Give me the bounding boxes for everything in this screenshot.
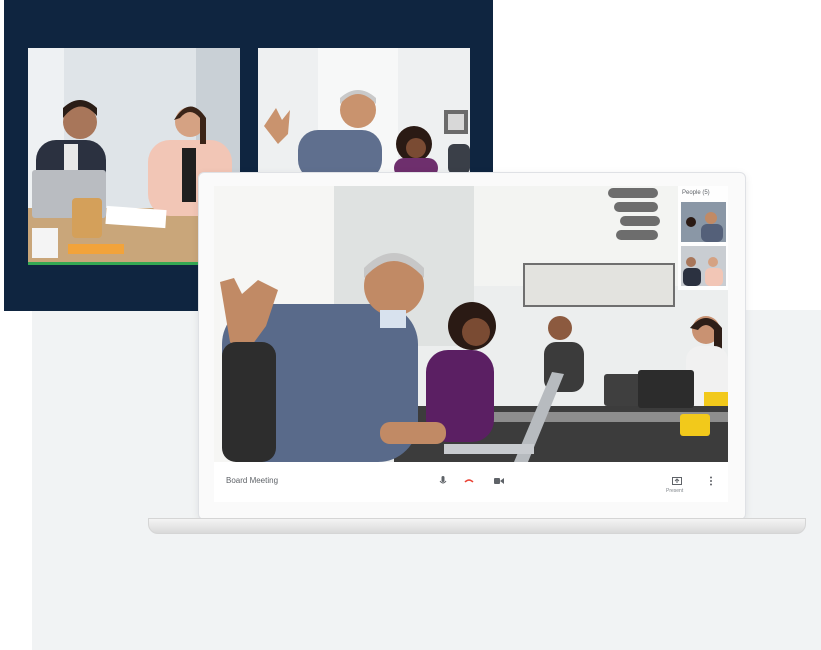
participant-video bbox=[258, 48, 470, 172]
thumbnail-video bbox=[681, 246, 726, 286]
call-toolbar: Board Meeting Present bbox=[214, 462, 728, 502]
main-speaker-video[interactable]: People (5) bbox=[214, 186, 728, 462]
participant-tile[interactable] bbox=[258, 48, 470, 172]
speaker-video-feed bbox=[214, 186, 728, 462]
laptop-base bbox=[148, 518, 806, 534]
people-panel[interactable]: People (5) bbox=[678, 186, 728, 290]
present-label: Present bbox=[666, 488, 684, 494]
more-vert-icon[interactable] bbox=[704, 474, 718, 488]
camera-icon[interactable] bbox=[492, 474, 506, 488]
thumbnail-video bbox=[681, 202, 726, 242]
participant-thumbnail[interactable] bbox=[681, 202, 726, 242]
meet-call-screen: People (5) Board Meeting Present bbox=[214, 186, 728, 502]
people-count-label: People (5) bbox=[682, 190, 710, 196]
meeting-title: Board Meeting bbox=[226, 476, 279, 485]
present-icon[interactable] bbox=[670, 474, 684, 488]
hangup-icon[interactable] bbox=[462, 474, 476, 488]
participant-thumbnail[interactable] bbox=[681, 246, 726, 286]
mic-icon[interactable] bbox=[436, 474, 450, 488]
